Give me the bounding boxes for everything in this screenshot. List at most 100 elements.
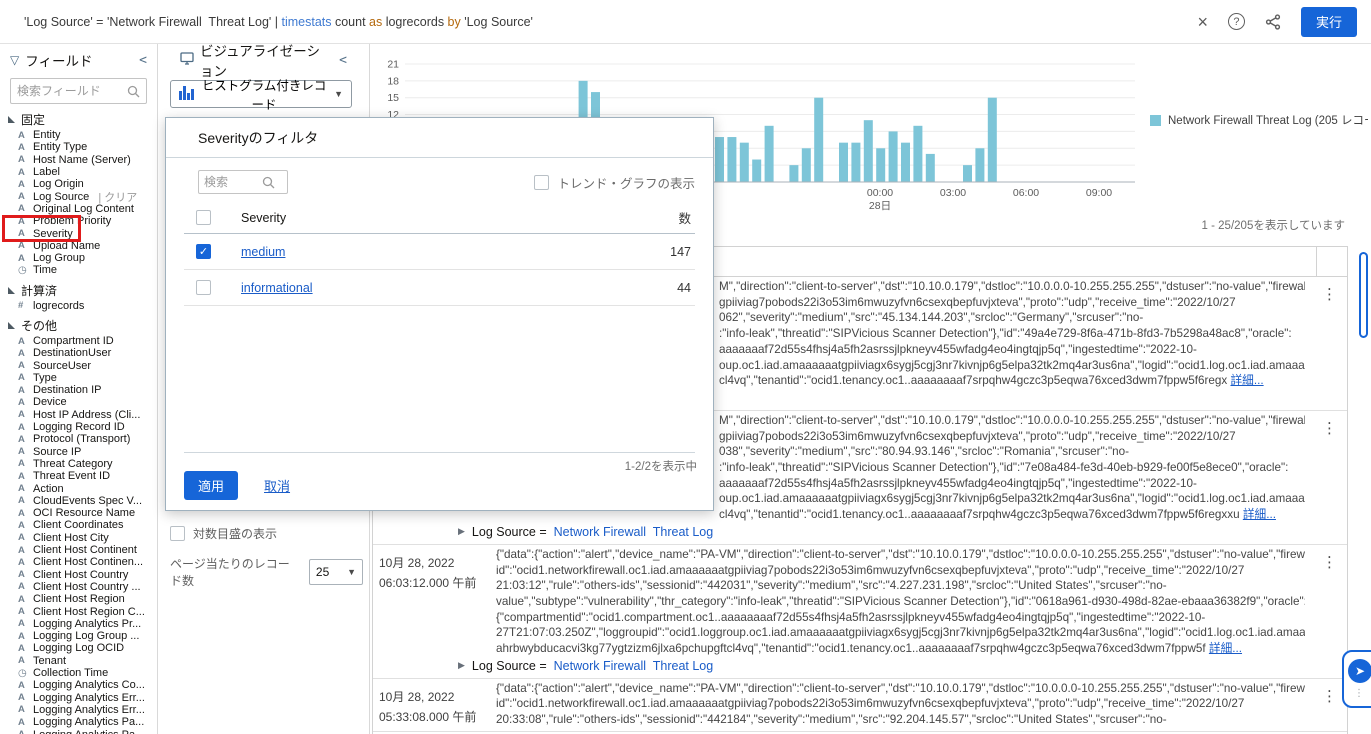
log-source-link[interactable]: Network Firewall Threat Log: [554, 659, 714, 673]
field-item-client-host-country-[interactable]: AClient Host Country ...: [0, 581, 157, 593]
field-item-action[interactable]: AAction: [0, 482, 157, 494]
query-input[interactable]: 'Log Source' = 'Network Firewall Threat …: [24, 15, 1197, 29]
assistant-widget[interactable]: ➤ ⋮: [1342, 650, 1371, 708]
field-item-oci-resource-name[interactable]: AOCI Resource Name: [0, 507, 157, 519]
histogram-bar[interactable]: [765, 126, 774, 182]
apply-button[interactable]: 適用: [184, 471, 238, 500]
field-item-client-host-region[interactable]: AClient Host Region: [0, 593, 157, 605]
field-section-header[interactable]: 計算済: [0, 277, 157, 300]
histogram-bar[interactable]: [975, 148, 984, 182]
collapse-fields-icon[interactable]: <: [139, 53, 147, 68]
field-item-collection-time[interactable]: ◷Collection Time: [0, 667, 157, 679]
field-item-logging-log-group-[interactable]: ALogging Log Group ...: [0, 630, 157, 642]
field-section-header[interactable]: 固定: [0, 106, 157, 129]
field-item-log-group[interactable]: ALog Group: [0, 252, 157, 264]
histogram-bar[interactable]: [802, 148, 811, 182]
field-item-logging-log-ocid[interactable]: ALogging Log OCID: [0, 642, 157, 654]
histogram-bar[interactable]: [876, 148, 885, 182]
field-item-client-host-city[interactable]: AClient Host City: [0, 532, 157, 544]
histogram-bar[interactable]: [889, 131, 898, 182]
field-item-time[interactable]: ◷Time: [0, 264, 157, 276]
field-item-threat-category[interactable]: AThreat Category: [0, 458, 157, 470]
field-item-upload-name[interactable]: AUpload Name: [0, 240, 157, 252]
row-menu-kebab-icon[interactable]: ⋮: [1322, 689, 1337, 704]
log-scale-option[interactable]: 対数目盛の表示: [170, 525, 363, 542]
expand-triangle-icon[interactable]: ▶: [458, 660, 465, 671]
histogram-bar[interactable]: [715, 137, 724, 182]
field-item-entity[interactable]: AEntity: [0, 129, 157, 141]
field-item-logrecords[interactable]: #logrecords: [0, 300, 157, 312]
field-item-logging-analytics-co-[interactable]: ALogging Analytics Co...: [0, 679, 157, 691]
value-link-medium[interactable]: medium: [241, 245, 285, 259]
log-source-link[interactable]: Network Firewall Threat Log: [554, 525, 714, 539]
field-item-type[interactable]: AType: [0, 372, 157, 384]
histogram-bar[interactable]: [988, 98, 997, 182]
field-item-logging-analytics-err-[interactable]: ALogging Analytics Err...: [0, 691, 157, 703]
detail-link[interactable]: 詳細...: [1230, 374, 1263, 387]
histogram-bar[interactable]: [727, 137, 736, 182]
field-item-cloudevents-spec-v-[interactable]: ACloudEvents Spec V...: [0, 495, 157, 507]
field-item-problem-priority[interactable]: AProblem Priority: [0, 215, 157, 227]
field-item-sourceuser[interactable]: ASourceUser: [0, 359, 157, 371]
log-scale-checkbox[interactable]: [170, 526, 185, 541]
field-item-logging-analytics-err-[interactable]: ALogging Analytics Err...: [0, 704, 157, 716]
field-item-host-ip-address-cli-[interactable]: AHost IP Address (Cli...: [0, 409, 157, 421]
field-item-original-log-content[interactable]: AOriginal Log Content: [0, 203, 157, 215]
field-item-log-source[interactable]: ALog Source | クリア: [0, 190, 157, 202]
histogram-bar[interactable]: [789, 165, 798, 182]
cancel-button[interactable]: 取消: [264, 476, 290, 495]
field-item-protocol-transport-[interactable]: AProtocol (Transport): [0, 433, 157, 445]
field-item-source-ip[interactable]: ASource IP: [0, 446, 157, 458]
help-icon[interactable]: ?: [1228, 13, 1245, 30]
histogram-bar[interactable]: [740, 143, 749, 182]
field-item-client-host-region-c-[interactable]: AClient Host Region C...: [0, 605, 157, 617]
field-section-header[interactable]: その他: [0, 312, 157, 335]
field-item-logging-analytics-pa-[interactable]: ALogging Analytics Pa...: [0, 716, 157, 728]
field-item-label[interactable]: ALabel: [0, 166, 157, 178]
trend-graph-option[interactable]: トレンド・グラフの表示: [534, 173, 695, 192]
histogram-bar[interactable]: [839, 143, 848, 182]
field-item-client-host-country[interactable]: AClient Host Country: [0, 569, 157, 581]
detail-link[interactable]: 詳細...: [1243, 508, 1276, 521]
field-item-device[interactable]: ADevice: [0, 396, 157, 408]
field-item-client-host-continent[interactable]: AClient Host Continent: [0, 544, 157, 556]
close-icon[interactable]: ×: [1197, 13, 1208, 31]
expand-triangle-icon[interactable]: ▶: [458, 526, 465, 537]
per-page-select[interactable]: 25 ▼: [309, 559, 363, 585]
field-item-threat-event-id[interactable]: AThreat Event ID: [0, 470, 157, 482]
field-item-entity-type[interactable]: AEntity Type: [0, 141, 157, 153]
histogram-bar[interactable]: [814, 98, 823, 182]
histogram-bar[interactable]: [901, 143, 910, 182]
field-item-client-host-continen-[interactable]: AClient Host Continen...: [0, 556, 157, 568]
field-item-compartment-id[interactable]: ACompartment ID: [0, 335, 157, 347]
scrollbar-thumb[interactable]: [1359, 252, 1368, 338]
row-menu-kebab-icon[interactable]: ⋮: [1322, 421, 1337, 436]
field-item-severity[interactable]: ASeverity: [0, 227, 157, 239]
collapse-viz-icon[interactable]: <: [339, 53, 347, 68]
viz-type-dropdown[interactable]: ヒストグラム付きレコード ▼: [170, 80, 352, 108]
value-checkbox-informational[interactable]: [196, 280, 211, 295]
row-menu-kebab-icon[interactable]: ⋮: [1322, 555, 1337, 570]
histogram-bar[interactable]: [926, 154, 935, 182]
value-link-informational[interactable]: informational: [241, 281, 313, 295]
field-item-destination-ip[interactable]: ADestination IP: [0, 384, 157, 396]
field-item-host-name-server-[interactable]: AHost Name (Server): [0, 154, 157, 166]
field-item-logging-analytics-pa-[interactable]: ALogging Analytics Pa...: [0, 728, 157, 734]
histogram-bar[interactable]: [963, 165, 972, 182]
field-item-destinationuser[interactable]: ADestinationUser: [0, 347, 157, 359]
field-item-logging-record-id[interactable]: ALogging Record ID: [0, 421, 157, 433]
select-all-checkbox[interactable]: [196, 210, 211, 225]
histogram-bar[interactable]: [851, 143, 860, 182]
histogram-bar[interactable]: [913, 126, 922, 182]
dialog-search-input[interactable]: [204, 175, 262, 189]
histogram-bar[interactable]: [752, 160, 761, 182]
row-menu-kebab-icon[interactable]: ⋮: [1322, 287, 1337, 302]
run-button[interactable]: 実行: [1301, 7, 1357, 37]
field-item-logging-analytics-pr-[interactable]: ALogging Analytics Pr...: [0, 618, 157, 630]
value-checkbox-medium[interactable]: ✓: [196, 244, 211, 259]
trend-graph-checkbox[interactable]: [534, 175, 549, 190]
fields-search-input[interactable]: [17, 84, 127, 98]
detail-link[interactable]: 詳細...: [1209, 642, 1242, 655]
field-item-tenant[interactable]: ATenant: [0, 655, 157, 667]
field-item-client-coordinates[interactable]: AClient Coordinates: [0, 519, 157, 531]
